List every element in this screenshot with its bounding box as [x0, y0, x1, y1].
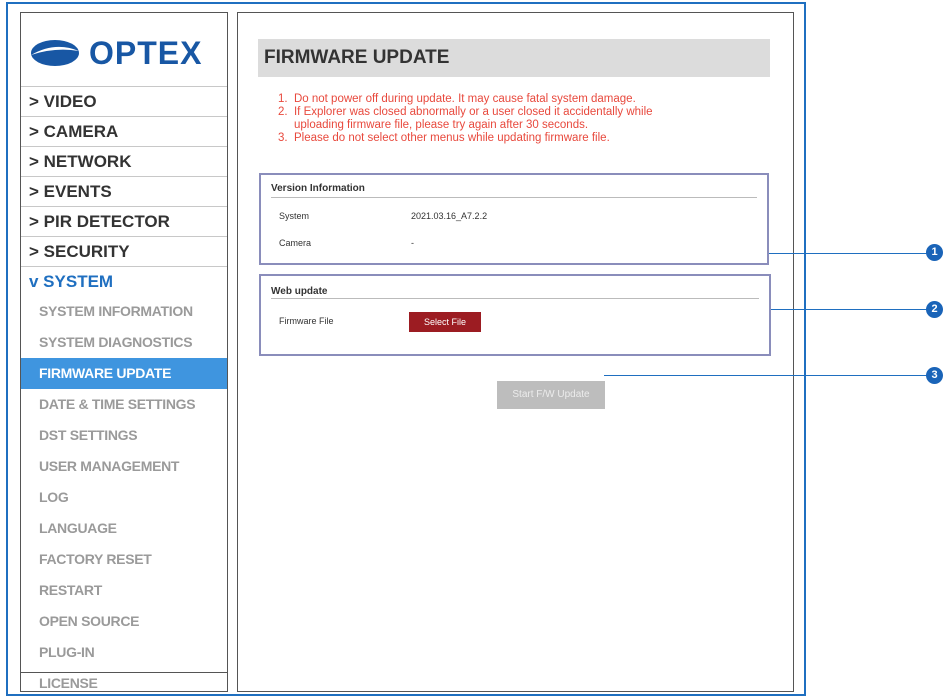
system-version-value: 2021.03.16_A7.2.2 [411, 211, 488, 221]
sidebar-sub-system-diagnostics[interactable]: SYSTEM DIAGNOSTICS [21, 327, 227, 358]
sidebar-sub-open-source[interactable]: OPEN SOURCE [21, 606, 227, 637]
system-version-label: System [279, 211, 310, 221]
sidebar-sub-user-management[interactable]: USER MANAGEMENT [21, 451, 227, 482]
divider [271, 298, 759, 299]
sidebar-sub-restart[interactable]: RESTART [21, 575, 227, 606]
sidebar-sub-system-information[interactable]: SYSTEM INFORMATION [21, 296, 227, 327]
callout-line [604, 375, 927, 376]
note-line: uploading firmware file, please try agai… [278, 119, 589, 131]
sidebar-sub-factory-reset[interactable]: FACTORY RESET [21, 544, 227, 575]
divider [271, 197, 757, 198]
start-fw-update-button[interactable]: Start F/W Update [497, 381, 605, 409]
camera-version-value: - [411, 238, 414, 248]
callout-line [771, 309, 927, 310]
camera-version-label: Camera [279, 238, 312, 248]
sidebar-sub-plug-in[interactable]: PLUG-IN [21, 637, 227, 668]
warning-notes: 1. Do not power off during update. It ma… [278, 93, 758, 145]
optex-swoosh-icon [31, 40, 79, 66]
version-information-title: Version Information [271, 183, 365, 194]
sidebar-item-security[interactable]: > SECURITY [21, 236, 227, 266]
main-panel: FIRMWARE UPDATE 1. Do not power off duri… [237, 12, 794, 692]
note-line: 2. If Explorer was closed abnormally or … [278, 106, 653, 118]
sidebar-sub-dst-settings[interactable]: DST SETTINGS [21, 420, 227, 451]
sidebar-menu: > VIDEO > CAMERA > NETWORK > EVENTS > PI… [21, 86, 227, 699]
note-line: 3. Please do not select other menus whil… [278, 132, 610, 144]
sidebar-sub-log[interactable]: LOG [21, 482, 227, 513]
logo: OPTEX [29, 33, 219, 73]
sidebar-sub-date-time-settings[interactable]: DATE & TIME SETTINGS [21, 389, 227, 420]
callout-marker-3: 3 [926, 367, 943, 384]
page-title: FIRMWARE UPDATE [258, 39, 770, 77]
callout-line [769, 253, 927, 254]
sidebar-sub-language[interactable]: LANGUAGE [21, 513, 227, 544]
sidebar-item-system[interactable]: v SYSTEM [21, 266, 227, 296]
sidebar-item-pir-detector[interactable]: > PIR DETECTOR [21, 206, 227, 236]
sidebar-sub-firmware-update[interactable]: FIRMWARE UPDATE [21, 358, 227, 389]
callout-marker-2: 2 [926, 301, 943, 318]
logo-text: OPTEX [89, 35, 203, 71]
web-update-box: Web update Firmware File Select File [259, 274, 771, 356]
sidebar-divider [21, 672, 227, 673]
sidebar: OPTEX > VIDEO > CAMERA > NETWORK > EVENT… [20, 12, 228, 692]
sidebar-item-network[interactable]: > NETWORK [21, 146, 227, 176]
web-update-title: Web update [271, 286, 328, 297]
sidebar-item-events[interactable]: > EVENTS [21, 176, 227, 206]
callout-marker-1: 1 [926, 244, 943, 261]
version-information-box: Version Information System 2021.03.16_A7… [259, 173, 769, 265]
note-line: 1. Do not power off during update. It ma… [278, 93, 636, 105]
firmware-file-label: Firmware File [279, 316, 334, 326]
sidebar-item-camera[interactable]: > CAMERA [21, 116, 227, 146]
sidebar-item-video[interactable]: > VIDEO [21, 86, 227, 116]
select-file-button[interactable]: Select File [409, 312, 481, 332]
